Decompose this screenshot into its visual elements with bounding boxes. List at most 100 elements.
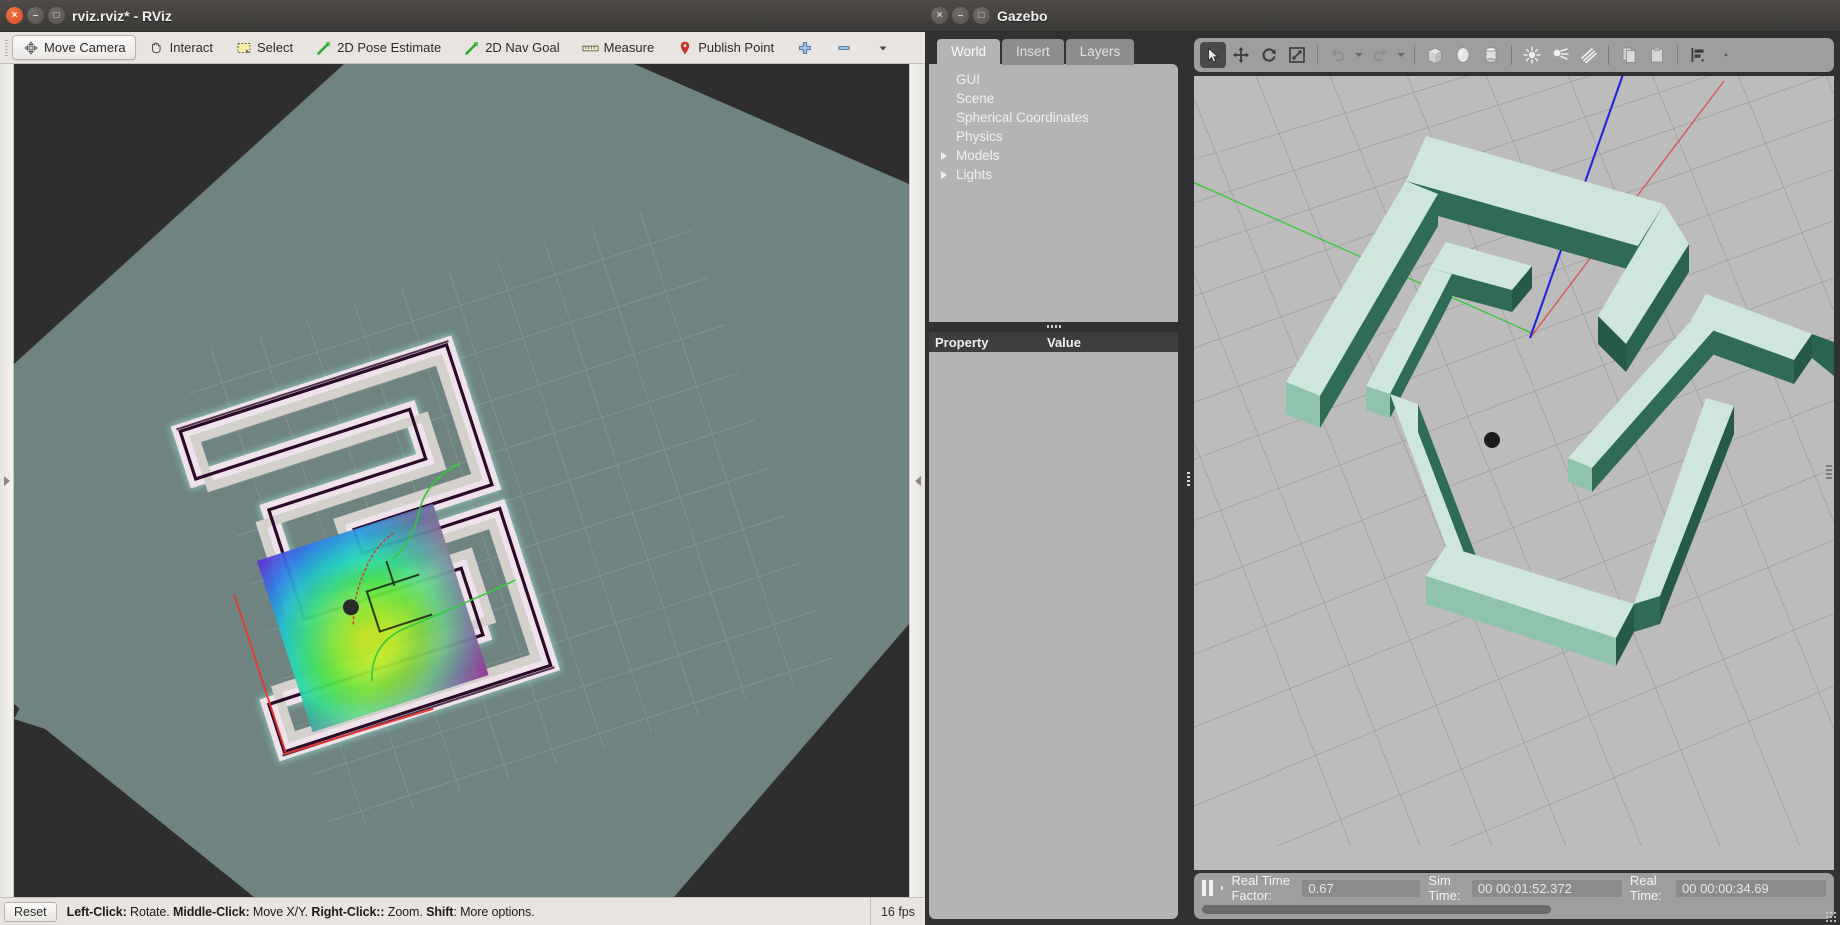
tool-move-camera[interactable]: Move Camera bbox=[12, 35, 136, 60]
tree-item-label: Spherical Coordinates bbox=[956, 110, 1089, 125]
real-time-value: 00 00:00:34.69 bbox=[1676, 879, 1826, 897]
toolbar-separator bbox=[1317, 45, 1318, 65]
step-icon[interactable] bbox=[1221, 886, 1224, 890]
tool-2d-pose-estimate[interactable]: 2D Pose Estimate bbox=[305, 35, 451, 60]
copy-icon bbox=[1622, 47, 1636, 63]
tool-interact[interactable]: Interact bbox=[138, 35, 223, 60]
status-hint-text: Left-Click: Rotate. Middle-Click: Move X… bbox=[61, 905, 870, 919]
chevron-down-icon bbox=[874, 39, 891, 56]
align-icon bbox=[1691, 48, 1705, 62]
undo-dropdown[interactable] bbox=[1353, 44, 1365, 66]
viewport-resize-grip[interactable] bbox=[1826, 465, 1832, 481]
minimize-icon[interactable]: – bbox=[27, 7, 44, 24]
tool-add[interactable] bbox=[786, 35, 823, 60]
redo-dropdown[interactable] bbox=[1395, 44, 1407, 66]
tab-layers[interactable]: Layers bbox=[1065, 39, 1135, 65]
green-arrow-icon bbox=[463, 39, 480, 56]
close-icon[interactable]: × bbox=[6, 7, 23, 24]
tool-spot-light[interactable] bbox=[1547, 42, 1573, 68]
right-panel-expand-handle[interactable] bbox=[909, 64, 925, 897]
chevron-right-icon bbox=[3, 475, 10, 486]
real-time-label: Real Time: bbox=[1629, 873, 1662, 903]
chevron-down-icon bbox=[1397, 53, 1405, 57]
gazebo-3d-viewport[interactable] bbox=[1194, 76, 1834, 870]
gazebo-status-bar: Real Time Factor: 0.67 Sim Time: 00 00:0… bbox=[1194, 873, 1834, 903]
maximize-icon[interactable]: □ bbox=[973, 7, 990, 24]
tree-item-lights[interactable]: Lights bbox=[937, 165, 1174, 184]
toolbar-separator bbox=[1511, 45, 1512, 65]
rviz-window-controls: × – □ bbox=[0, 7, 65, 24]
tree-expander-models[interactable] bbox=[941, 151, 954, 160]
tool-insert-sphere[interactable] bbox=[1450, 42, 1476, 68]
maximize-icon[interactable]: □ bbox=[48, 7, 65, 24]
tree-item-scene[interactable]: Scene bbox=[937, 89, 1174, 108]
tool-measure[interactable]: Measure bbox=[572, 35, 665, 60]
cylinder-icon bbox=[1485, 47, 1497, 63]
chevron-down-icon bbox=[1355, 53, 1363, 57]
dock-footer bbox=[929, 893, 1179, 919]
gazebo-window-title: Gazebo bbox=[997, 8, 1048, 24]
chevron-left-icon bbox=[914, 475, 921, 486]
tool-undo[interactable] bbox=[1325, 42, 1351, 68]
minimize-icon[interactable]: – bbox=[952, 7, 969, 24]
tree-item-label: GUI bbox=[956, 72, 981, 87]
tool-align[interactable] bbox=[1685, 42, 1711, 68]
tool-redo[interactable] bbox=[1367, 42, 1393, 68]
tool-snap[interactable] bbox=[1713, 42, 1739, 68]
gazebo-tab-bar: World Insert Layers bbox=[929, 38, 1178, 65]
gazebo-vertical-splitter[interactable] bbox=[1182, 32, 1194, 925]
tree-item-label: Lights bbox=[956, 167, 993, 182]
tree-item-physics[interactable]: Physics bbox=[937, 127, 1174, 146]
real-time-factor-value: 0.67 bbox=[1302, 879, 1421, 897]
more-dot-icon bbox=[1724, 53, 1728, 57]
spot-light-icon bbox=[1553, 48, 1569, 60]
gazebo-horizontal-scrollbar[interactable] bbox=[1194, 903, 1834, 919]
tab-world[interactable]: World bbox=[937, 39, 1001, 65]
tree-expander-lights[interactable] bbox=[941, 170, 954, 179]
tool-rotate[interactable] bbox=[1256, 42, 1282, 68]
window-resize-grip[interactable] bbox=[1825, 911, 1837, 923]
tree-item-gui[interactable]: GUI bbox=[937, 70, 1174, 89]
tool-insert-cylinder[interactable] bbox=[1478, 42, 1504, 68]
scrollbar-thumb[interactable] bbox=[1202, 905, 1552, 914]
rviz-toolbar: Move Camera Interact Select 2D Pose Esti… bbox=[0, 32, 925, 64]
toolbar-grip[interactable] bbox=[2, 32, 11, 63]
dock-splitter[interactable] bbox=[929, 322, 1179, 331]
tool-measure-label: Measure bbox=[603, 40, 655, 55]
tool-publish-point[interactable]: Publish Point bbox=[666, 35, 784, 60]
property-table[interactable]: Property Value bbox=[929, 332, 1179, 893]
rviz-window: × – □ rviz.rviz* - RViz Move Camera Inte… bbox=[0, 0, 925, 925]
reset-button[interactable]: Reset bbox=[4, 901, 57, 922]
gazebo-window: × – □ Gazebo World Insert Layers GUI Sce… bbox=[925, 0, 1840, 925]
tool-select[interactable] bbox=[1200, 42, 1226, 68]
world-tree[interactable]: GUI Scene Spherical Coordinates Physics bbox=[929, 64, 1179, 322]
left-panel-expand-handle[interactable] bbox=[0, 64, 14, 897]
gazebo-titlebar: × – □ Gazebo bbox=[925, 0, 1840, 32]
tool-point-light[interactable] bbox=[1519, 42, 1545, 68]
tool-scale[interactable] bbox=[1284, 42, 1310, 68]
close-glyph: × bbox=[936, 9, 943, 21]
paste-icon bbox=[1651, 46, 1663, 63]
maximize-glyph: □ bbox=[53, 9, 60, 21]
rviz-3d-viewport[interactable] bbox=[14, 64, 909, 897]
tab-insert[interactable]: Insert bbox=[1002, 39, 1064, 65]
box-icon bbox=[1428, 47, 1442, 64]
column-header-property: Property bbox=[935, 334, 989, 350]
close-icon[interactable]: × bbox=[931, 7, 948, 24]
tool-paste[interactable] bbox=[1644, 42, 1670, 68]
tool-directional-light[interactable] bbox=[1575, 42, 1601, 68]
tree-item-models[interactable]: Models bbox=[937, 146, 1174, 165]
tool-select[interactable]: Select bbox=[225, 35, 303, 60]
tool-insert-box[interactable] bbox=[1422, 42, 1448, 68]
move-arrows-icon bbox=[1233, 47, 1249, 63]
tool-remove[interactable] bbox=[825, 35, 862, 60]
tool-copy[interactable] bbox=[1616, 42, 1642, 68]
sim-time-value: 00 00:01:52.372 bbox=[1471, 879, 1622, 897]
tool-translate[interactable] bbox=[1228, 42, 1254, 68]
directional-light-icon bbox=[1581, 48, 1597, 64]
cursor-arrow-icon bbox=[1207, 47, 1219, 63]
pause-icon[interactable] bbox=[1202, 880, 1213, 896]
tool-2d-nav-goal[interactable]: 2D Nav Goal bbox=[453, 35, 569, 60]
toolbar-overflow-button[interactable] bbox=[864, 35, 901, 60]
tree-item-spherical-coordinates[interactable]: Spherical Coordinates bbox=[937, 108, 1174, 127]
